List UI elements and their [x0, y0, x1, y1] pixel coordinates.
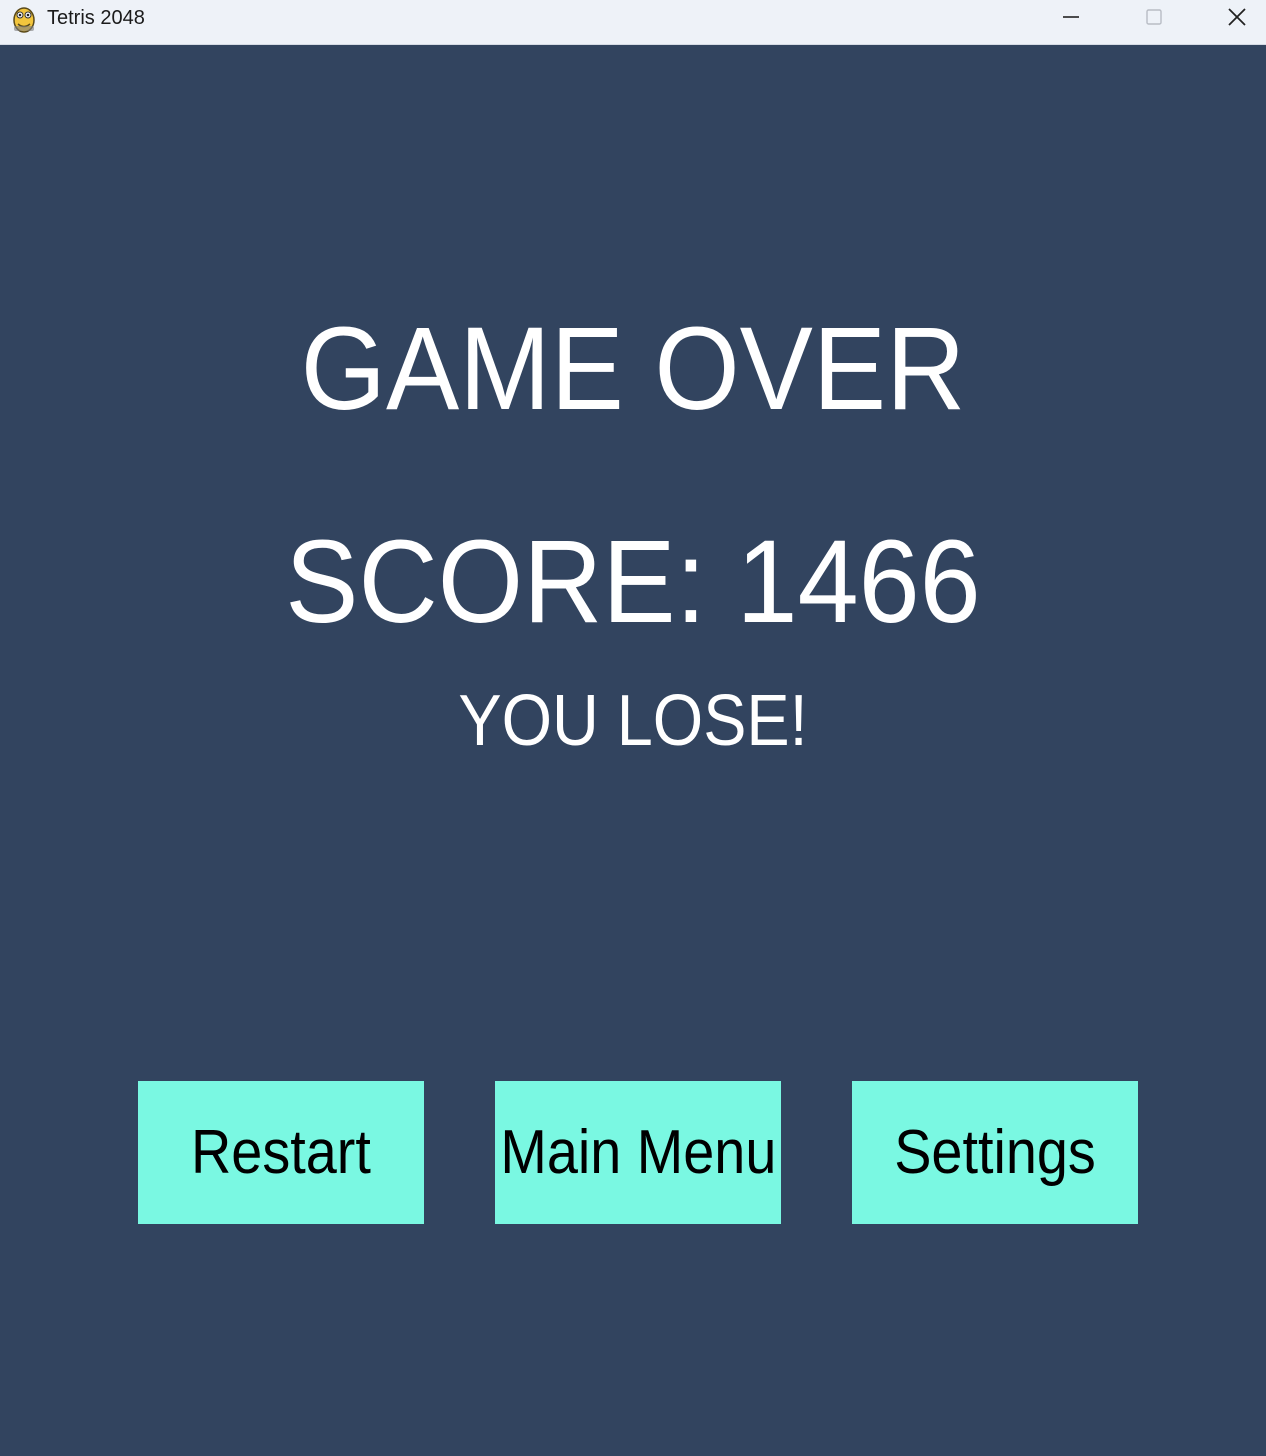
window-title: Tetris 2048: [47, 7, 145, 29]
maximize-button[interactable]: [1124, 0, 1184, 38]
close-icon: [1226, 6, 1248, 33]
result-message: YOU LOSE!: [458, 681, 808, 761]
score-display: SCORE: 1466: [285, 516, 981, 648]
restart-button-label: Restart: [191, 1118, 371, 1187]
maximize-icon: [1144, 7, 1164, 32]
main-menu-button-label: Main Menu: [499, 1118, 777, 1187]
main-menu-button[interactable]: Main Menu: [495, 1081, 781, 1224]
settings-button[interactable]: Settings: [852, 1081, 1138, 1224]
restart-button[interactable]: Restart: [138, 1081, 424, 1224]
game-over-heading: GAME OVER: [300, 303, 966, 435]
close-button[interactable]: [1207, 0, 1266, 38]
game-over-screen: GAME OVER SCORE: 1466 YOU LOSE! Restart …: [0, 45, 1266, 1456]
pygame-snake-icon: [10, 4, 38, 34]
game-window: Tetris 2048 GAME OVER SCORE: 1466 YOU LO…: [0, 0, 1266, 1456]
minimize-icon: [1061, 7, 1081, 32]
settings-button-label: Settings: [894, 1118, 1096, 1187]
minimize-button[interactable]: [1041, 0, 1101, 38]
title-bar: Tetris 2048: [0, 0, 1266, 45]
